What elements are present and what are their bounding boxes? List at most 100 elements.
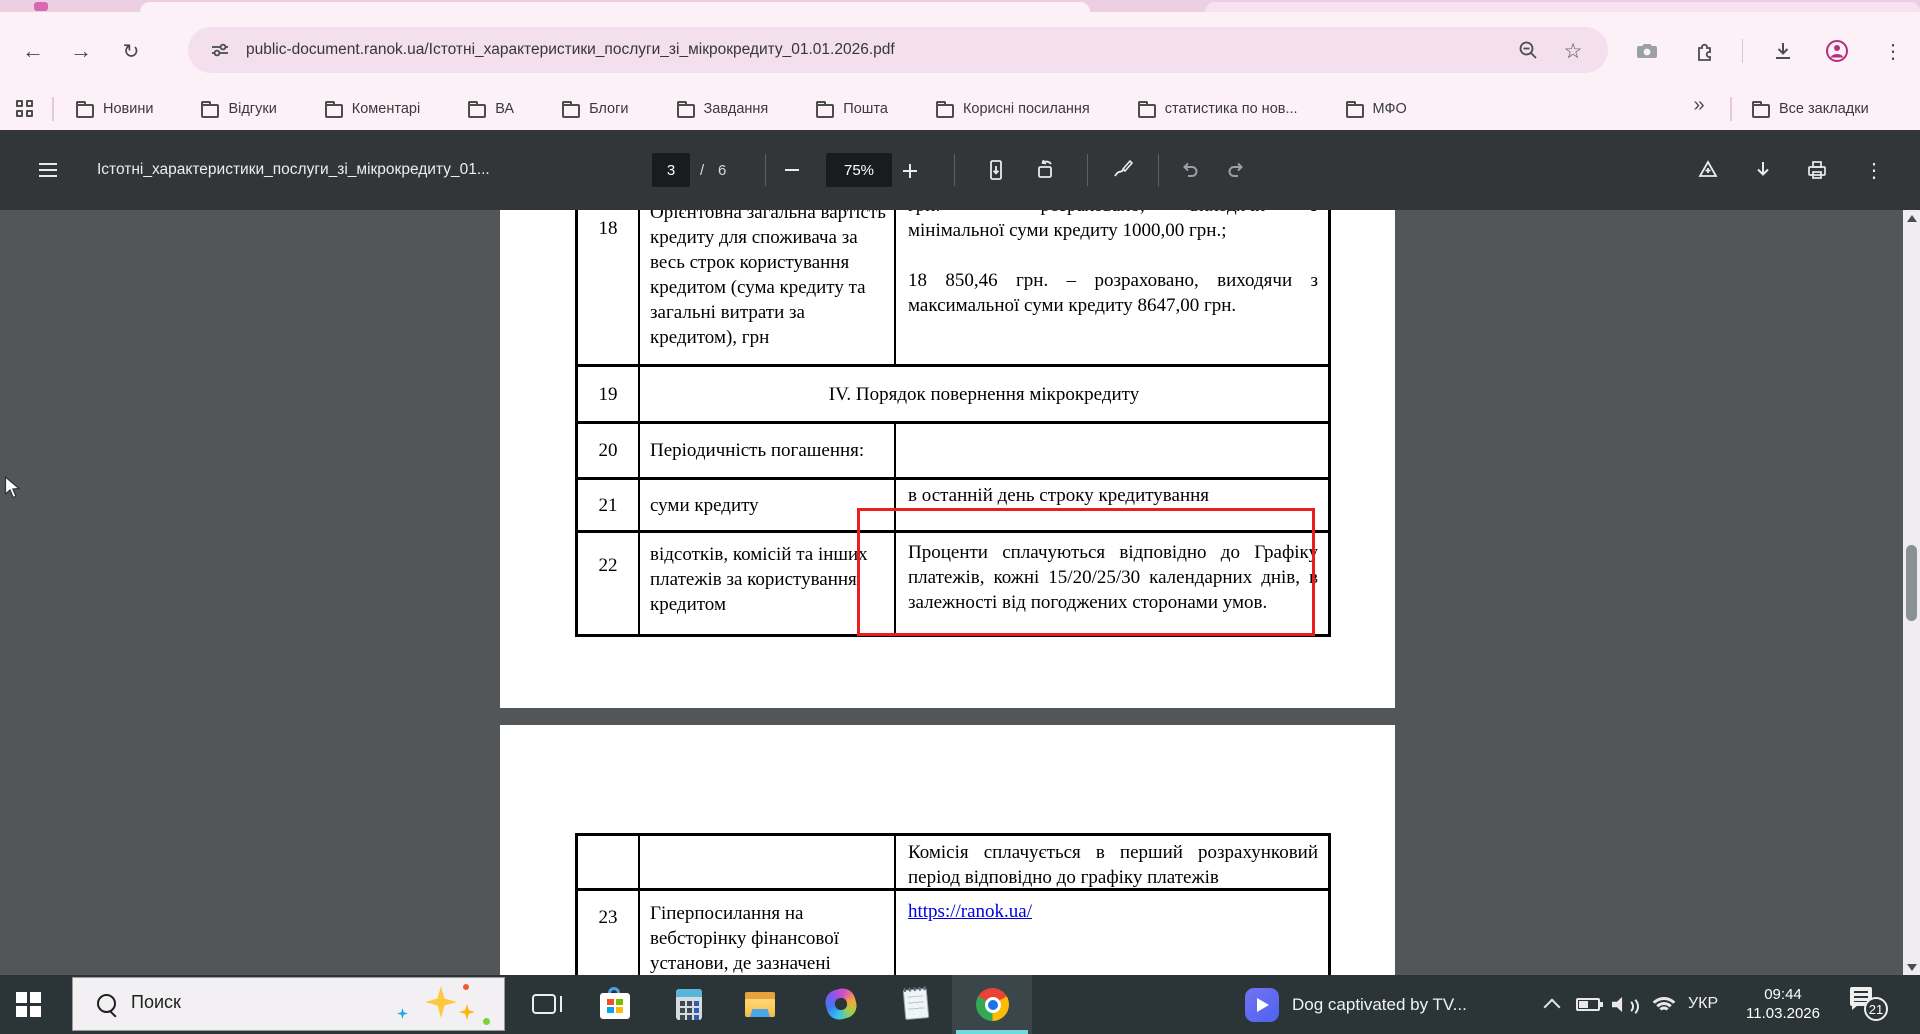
bookmark-item[interactable]: Коментарі xyxy=(324,100,421,118)
bookmark-label: Новини xyxy=(103,101,154,117)
secondary-tab[interactable] xyxy=(1205,2,1920,12)
camera-icon[interactable] xyxy=(1632,36,1662,66)
pdf-more-button[interactable]: ⋮ xyxy=(1862,154,1886,186)
address-bar[interactable]: public-document.ranok.ua/Істотні_характе… xyxy=(188,27,1608,73)
file-explorer-button[interactable] xyxy=(745,992,775,1017)
zoom-in-button[interactable] xyxy=(902,163,918,179)
bookmark-item[interactable]: Блоги xyxy=(562,100,629,118)
task-view-button[interactable] xyxy=(532,994,562,1014)
calculator-button[interactable] xyxy=(676,989,702,1020)
network-icon[interactable] xyxy=(1648,995,1680,1013)
separator xyxy=(1087,154,1088,186)
print-button[interactable] xyxy=(1805,158,1829,182)
start-button[interactable] xyxy=(16,992,41,1017)
bookmark-item[interactable]: Завдання xyxy=(676,100,769,118)
row-label-cell: відсотків, комісій та інших платежів за … xyxy=(638,533,894,634)
notification-center-button[interactable]: 21 xyxy=(1850,987,1892,1023)
language-indicator[interactable]: УКР xyxy=(1688,995,1718,1013)
table-row: 20 Періодичність погашення: xyxy=(575,424,1331,480)
chrome-icon xyxy=(976,988,1009,1021)
bookmark-label: Коментарі xyxy=(351,101,421,117)
bookmark-label: Відгуки xyxy=(228,101,277,117)
taskbar: Поиск Dog captivated by TV... УКР 09:44 … xyxy=(0,975,1920,1034)
scrollbar[interactable] xyxy=(1903,210,1920,975)
clock[interactable]: 09:44 11.03.2026 xyxy=(1733,985,1833,1023)
bookmark-item[interactable]: Корисні посилання xyxy=(935,100,1090,118)
bookmarks-overflow-chevron[interactable]: » xyxy=(1686,94,1712,117)
bookmark-item[interactable]: Новини xyxy=(76,100,153,118)
redo-button[interactable] xyxy=(1224,158,1248,182)
zoom-search-icon[interactable] xyxy=(1516,38,1540,62)
scrollbar-thumb[interactable] xyxy=(1906,545,1917,621)
profile-avatar[interactable] xyxy=(1822,36,1852,66)
bookmark-label: Корисні посилання xyxy=(962,101,1090,117)
row-label-cell: Періодичність погашення: xyxy=(638,424,894,477)
folder-icon xyxy=(1752,101,1770,118)
row-label-cell xyxy=(638,836,894,888)
bookmarks-separator-2 xyxy=(1730,97,1732,121)
active-tab[interactable] xyxy=(140,2,1090,12)
pdf-content-area[interactable]: 18 Орієнтовна загальна вартість кредиту … xyxy=(0,210,1920,975)
taskbar-search-box[interactable]: Поиск xyxy=(72,977,505,1031)
url-text[interactable]: public-document.ranok.ua/Істотні_характе… xyxy=(246,41,895,59)
folder-icon xyxy=(201,101,220,118)
row-label-cell: суми кредиту xyxy=(638,480,894,530)
tab-favicon-fragment xyxy=(34,2,48,11)
copilot-button[interactable] xyxy=(822,985,860,1023)
downloads-button[interactable] xyxy=(1768,36,1798,66)
zoom-out-button[interactable] xyxy=(780,160,804,180)
document-hyperlink[interactable]: https://ranok.ua/ xyxy=(908,901,1032,922)
forward-button[interactable]: → xyxy=(64,34,98,68)
chrome-taskbar-button[interactable] xyxy=(952,975,1032,1034)
zoom-level[interactable]: 75% xyxy=(826,153,892,187)
folder-icon xyxy=(1137,101,1156,118)
tray-expand-chevron[interactable] xyxy=(1543,998,1561,1016)
row-label-cell: Гіперпосилання на вебсторінку фінансової… xyxy=(638,891,894,975)
microsoft-store-button[interactable] xyxy=(600,987,630,1021)
bookmark-star-icon[interactable]: ☆ xyxy=(1558,36,1588,66)
bookmark-item[interactable]: ВА xyxy=(468,100,514,118)
volume-icon[interactable] xyxy=(1612,996,1639,1017)
rotate-button[interactable] xyxy=(1034,158,1058,182)
notepad-button[interactable] xyxy=(902,988,930,1020)
reload-button[interactable]: ↻ xyxy=(114,34,148,68)
extensions-icon[interactable] xyxy=(1690,36,1720,66)
apps-grid-icon[interactable] xyxy=(16,100,34,118)
fit-page-button[interactable] xyxy=(984,158,1008,182)
value-line: максимальної суми кредиту 8647,00 грн. xyxy=(908,295,1237,316)
pdf-menu-icon[interactable] xyxy=(36,159,60,181)
separator xyxy=(765,154,766,186)
bookmark-item[interactable]: Відгуки xyxy=(201,100,277,118)
scroll-up-arrow[interactable] xyxy=(1903,210,1920,226)
page-separator: / xyxy=(700,161,705,179)
row-value-cell: грн. – розраховано, виходячи з мінімальн… xyxy=(894,210,1328,364)
undo-button[interactable] xyxy=(1178,158,1202,182)
bookmark-list: Новини Відгуки Коментарі ВА Блоги Завдан… xyxy=(76,88,1407,130)
bookmark-item[interactable]: статистика по нов... xyxy=(1137,100,1298,118)
download-pdf-button[interactable] xyxy=(1751,158,1775,182)
row-value-cell: Комісія сплачується в перший розрахунков… xyxy=(894,836,1328,888)
folder-icon xyxy=(468,101,487,118)
battery-icon[interactable] xyxy=(1576,998,1603,1011)
row-number-cell: 20 xyxy=(598,440,618,461)
bookmarks-separator xyxy=(52,97,54,121)
browser-menu-button[interactable]: ⋮ xyxy=(1878,36,1908,66)
search-icon xyxy=(97,994,116,1013)
bookmark-item[interactable]: МФО xyxy=(1345,100,1407,118)
site-info-icon[interactable] xyxy=(208,38,232,62)
all-bookmarks-button[interactable]: Все закладки xyxy=(1752,88,1869,130)
bookmark-item[interactable]: Пошта xyxy=(816,100,888,118)
bookmark-label: Пошта xyxy=(843,101,888,117)
back-button[interactable]: ← xyxy=(16,34,50,68)
page-number-input[interactable]: 3 xyxy=(652,153,690,187)
bookmark-label: Завдання xyxy=(703,101,769,117)
tab-strip xyxy=(0,0,1920,12)
annotate-pen-button[interactable] xyxy=(1112,158,1136,182)
folder-icon xyxy=(676,101,695,118)
row-number-cell: 22 xyxy=(598,555,618,576)
scroll-down-arrow[interactable] xyxy=(1903,959,1920,975)
media-player-button[interactable] xyxy=(1245,988,1279,1022)
media-title[interactable]: Dog captivated by TV... xyxy=(1292,975,1467,1034)
save-to-drive-button[interactable] xyxy=(1696,158,1720,182)
search-placeholder: Поиск xyxy=(131,992,181,1012)
